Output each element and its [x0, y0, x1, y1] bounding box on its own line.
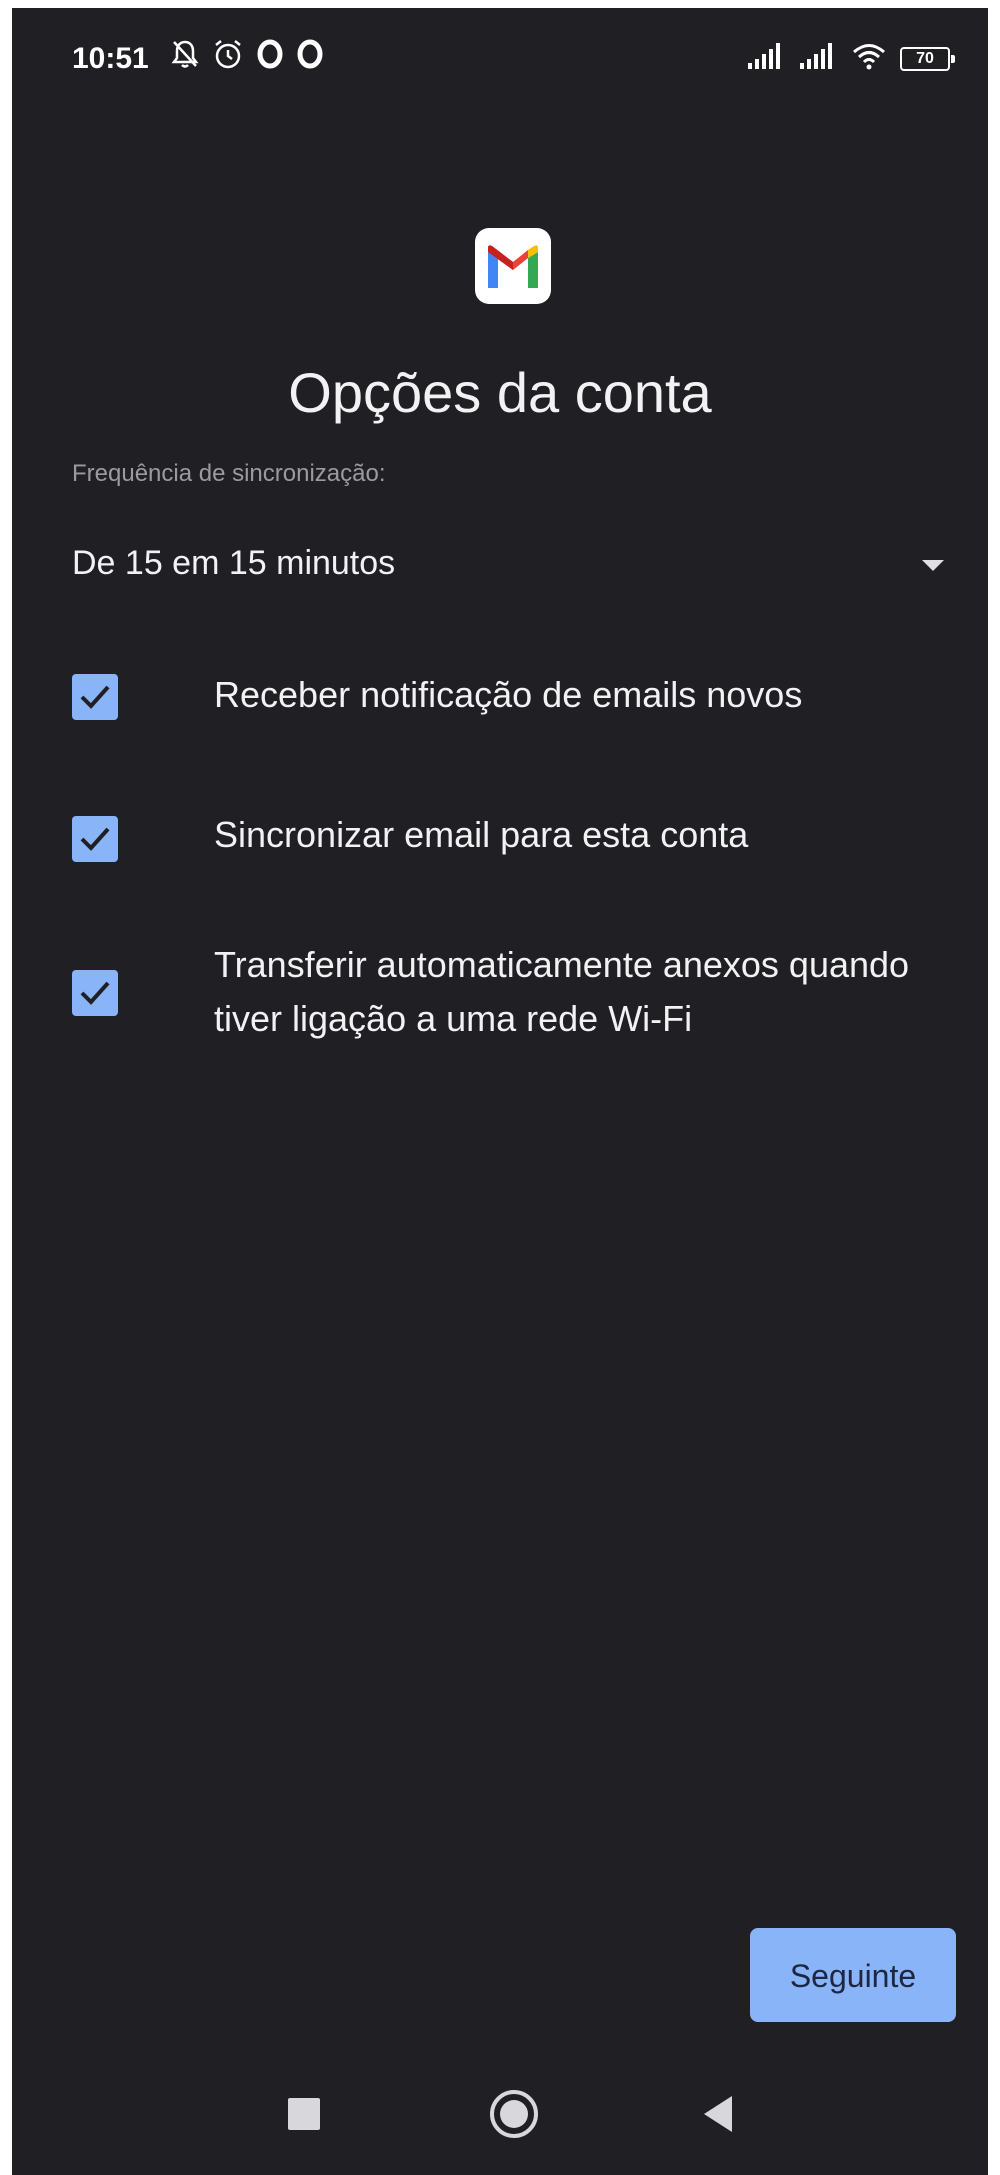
signal-icon	[800, 43, 838, 74]
new-email-notifications-checkbox[interactable]	[72, 674, 118, 720]
check-icon	[80, 685, 110, 709]
home-icon[interactable]	[490, 2090, 538, 2138]
option-new-email-notifications[interactable]: Receber notificação de emails novos	[72, 668, 952, 728]
recent-apps-icon[interactable]	[288, 2098, 320, 2130]
account-options-screen: 10:51 70 Opções da conta Frequência de s…	[12, 8, 988, 2175]
sync-frequency-dropdown[interactable]: De 15 em 15 minutos	[72, 528, 948, 604]
navigation-bar	[12, 2068, 988, 2175]
notifications-off-icon	[170, 38, 200, 75]
battery-icon: 70	[900, 46, 955, 71]
o-app-icon	[296, 38, 324, 75]
status-time: 10:51	[72, 42, 149, 75]
sync-frequency-value: De 15 em 15 minutos	[72, 544, 396, 582]
new-email-notifications-label: Receber notificação de emails novos	[214, 674, 803, 715]
wifi-icon	[852, 42, 886, 75]
auto-download-attachments-label: Transferir automaticamente anexos quando…	[214, 944, 910, 1039]
o-app-icon	[256, 38, 284, 75]
signal-icon	[748, 43, 786, 74]
sync-frequency-label: Frequência de sincronização:	[72, 460, 386, 487]
alarm-icon	[212, 38, 244, 75]
gmail-m-icon	[488, 245, 538, 288]
sync-email-checkbox[interactable]	[72, 816, 118, 862]
status-icons-left	[170, 38, 324, 75]
auto-download-attachments-checkbox[interactable]	[72, 970, 118, 1016]
page-title: Opções da conta	[288, 361, 712, 424]
next-button[interactable]: Seguinte	[750, 1928, 956, 2022]
dropdown-arrow-icon	[922, 560, 944, 571]
battery-level: 70	[916, 49, 934, 67]
check-icon	[80, 827, 110, 851]
status-icons-right: 70	[748, 42, 955, 75]
status-bar: 10:51 70	[12, 8, 988, 108]
option-sync-email[interactable]: Sincronizar email para esta conta	[72, 808, 952, 868]
check-icon	[80, 981, 110, 1005]
option-auto-download-attachments[interactable]: Transferir automaticamente anexos quando…	[72, 938, 952, 1048]
gmail-logo	[475, 228, 551, 304]
back-icon[interactable]	[704, 2096, 732, 2132]
sync-email-label: Sincronizar email para esta conta	[214, 814, 749, 855]
